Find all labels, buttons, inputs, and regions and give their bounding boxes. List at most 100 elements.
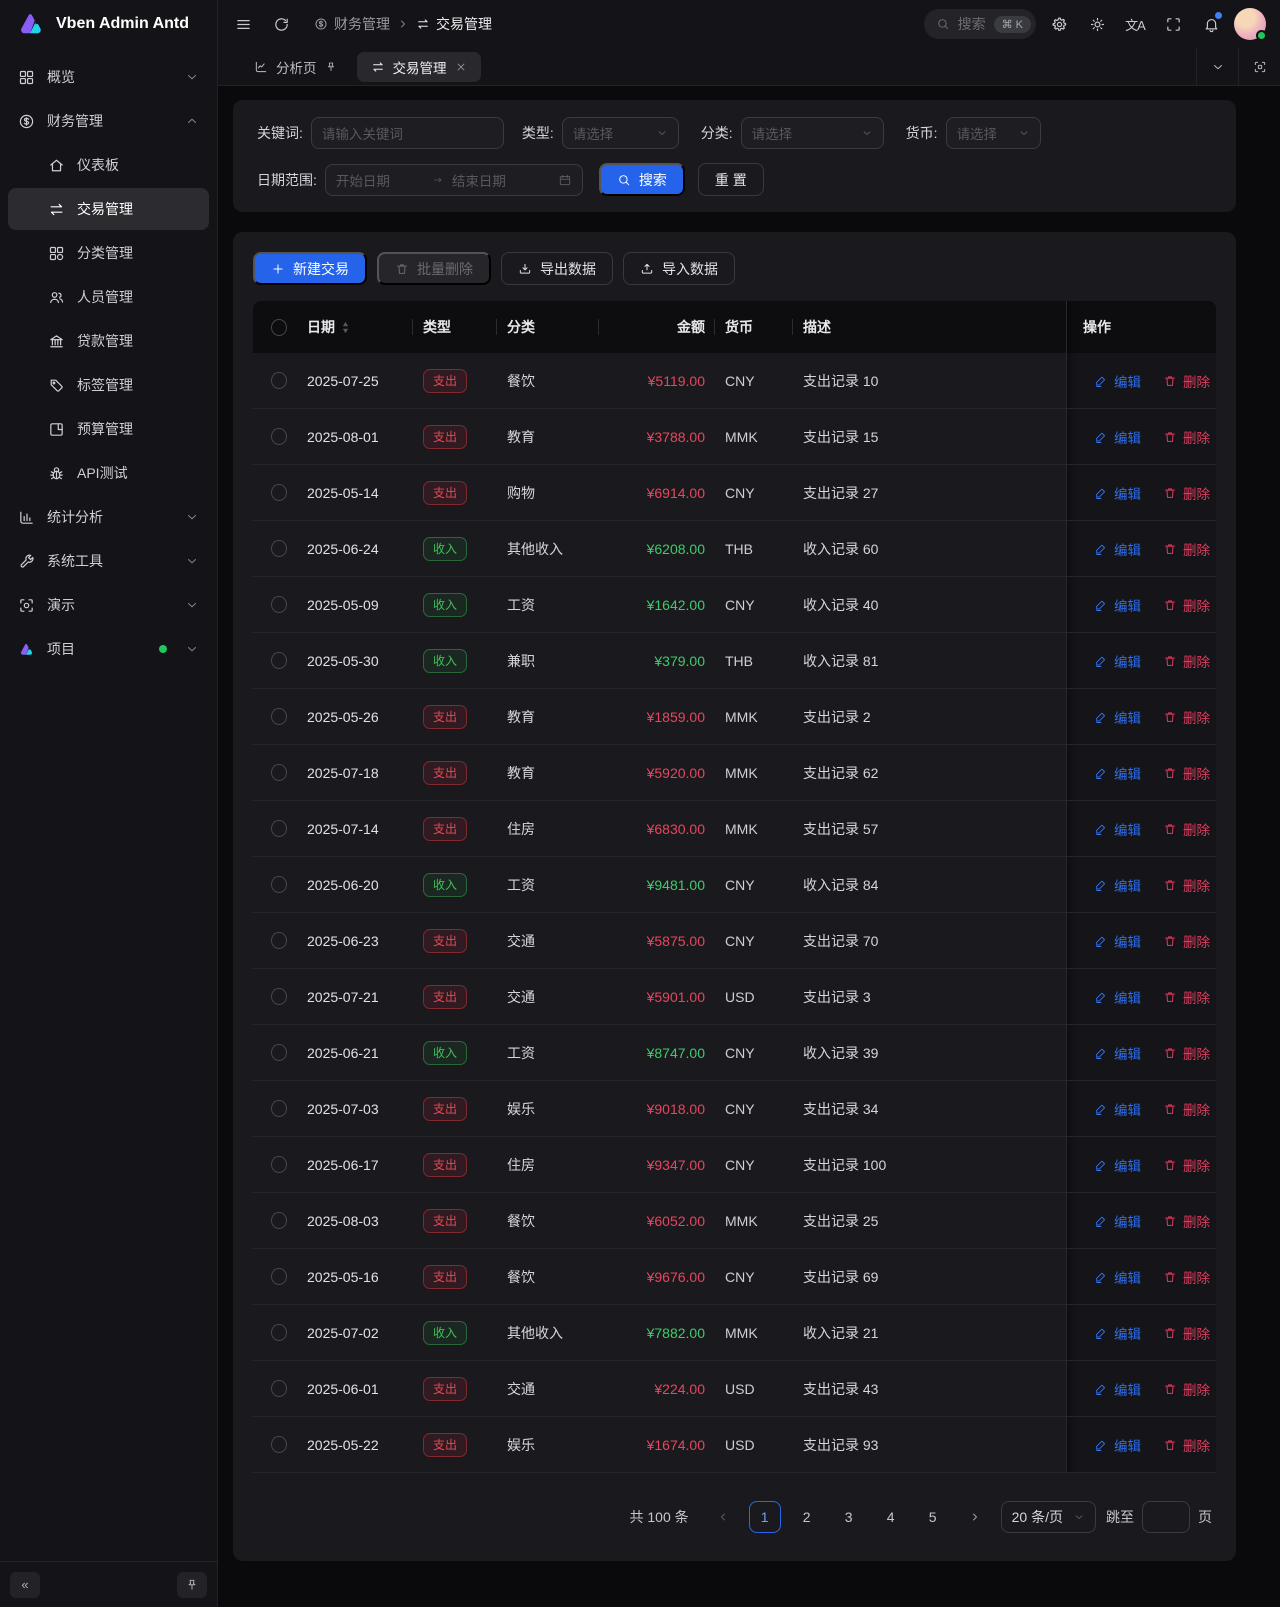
row-checkbox[interactable]: [271, 372, 287, 389]
settings-button[interactable]: [1044, 9, 1074, 39]
row-checkbox[interactable]: [271, 1100, 287, 1117]
delete-link[interactable]: 删除: [1163, 483, 1210, 503]
create-transaction-button[interactable]: 新建交易: [253, 252, 367, 285]
delete-link[interactable]: 删除: [1163, 651, 1210, 671]
page-size-select[interactable]: 20 条/页: [1001, 1501, 1096, 1533]
breadcrumb-parent[interactable]: 财务管理: [314, 14, 390, 34]
refresh-button[interactable]: [266, 9, 296, 39]
select-all-checkbox[interactable]: [271, 319, 287, 336]
delete-link[interactable]: 删除: [1163, 1155, 1210, 1175]
keyword-input[interactable]: 请输入关键词: [311, 117, 504, 149]
delete-link[interactable]: 删除: [1163, 1099, 1210, 1119]
theme-toggle-button[interactable]: [1082, 9, 1112, 39]
search-button[interactable]: 搜索: [599, 163, 685, 196]
row-checkbox[interactable]: [271, 1380, 287, 1397]
tab-transactions[interactable]: 交易管理: [357, 52, 481, 82]
type-select[interactable]: 请选择: [562, 117, 679, 149]
delete-link[interactable]: 删除: [1163, 1323, 1210, 1343]
row-checkbox[interactable]: [271, 708, 287, 725]
reset-button[interactable]: 重 置: [698, 163, 764, 196]
tab-options-button[interactable]: [1196, 48, 1238, 85]
row-checkbox[interactable]: [271, 484, 287, 501]
category-select[interactable]: 请选择: [741, 117, 884, 149]
export-data-button[interactable]: 导出数据: [501, 252, 613, 285]
sidebar-item-categories[interactable]: 分类管理: [8, 232, 209, 274]
row-checkbox[interactable]: [271, 652, 287, 669]
next-page-button[interactable]: [959, 1501, 991, 1533]
col-date[interactable]: 日期: [297, 301, 413, 353]
edit-link[interactable]: 编辑: [1094, 987, 1141, 1007]
edit-link[interactable]: 编辑: [1094, 539, 1141, 559]
row-checkbox[interactable]: [271, 1212, 287, 1229]
delete-link[interactable]: 删除: [1163, 595, 1210, 615]
sidebar-item-personnel[interactable]: 人员管理: [8, 276, 209, 318]
logo-row[interactable]: Vben Admin Antd: [0, 0, 217, 48]
sidebar-item-tags[interactable]: 标签管理: [8, 364, 209, 406]
edit-link[interactable]: 编辑: [1094, 651, 1141, 671]
global-search[interactable]: 搜索 ⌘ K: [924, 9, 1036, 39]
row-checkbox[interactable]: [271, 1156, 287, 1173]
edit-link[interactable]: 编辑: [1094, 819, 1141, 839]
sidebar-item-project[interactable]: 项目: [8, 628, 209, 670]
edit-link[interactable]: 编辑: [1094, 1435, 1141, 1455]
sidebar-pin-button[interactable]: [177, 1572, 207, 1598]
edit-link[interactable]: 编辑: [1094, 427, 1141, 447]
edit-link[interactable]: 编辑: [1094, 1379, 1141, 1399]
edit-link[interactable]: 编辑: [1094, 1211, 1141, 1231]
page-button-4[interactable]: 4: [875, 1501, 907, 1533]
user-avatar[interactable]: [1234, 8, 1266, 40]
delete-link[interactable]: 删除: [1163, 763, 1210, 783]
edit-link[interactable]: 编辑: [1094, 707, 1141, 727]
row-checkbox[interactable]: [271, 932, 287, 949]
sidebar-item-finance[interactable]: 财务管理: [8, 100, 209, 142]
sidebar-item-system-tools[interactable]: 系统工具: [8, 540, 209, 582]
edit-link[interactable]: 编辑: [1094, 1267, 1141, 1287]
edit-link[interactable]: 编辑: [1094, 1155, 1141, 1175]
edit-link[interactable]: 编辑: [1094, 1323, 1141, 1343]
row-checkbox[interactable]: [271, 764, 287, 781]
fullscreen-button[interactable]: [1158, 9, 1188, 39]
row-checkbox[interactable]: [271, 428, 287, 445]
delete-link[interactable]: 删除: [1163, 539, 1210, 559]
sidebar-item-demo[interactable]: 演示: [8, 584, 209, 626]
page-button-3[interactable]: 3: [833, 1501, 865, 1533]
delete-link[interactable]: 删除: [1163, 371, 1210, 391]
delete-link[interactable]: 删除: [1163, 1211, 1210, 1231]
delete-link[interactable]: 删除: [1163, 1379, 1210, 1399]
import-data-button[interactable]: 导入数据: [623, 252, 735, 285]
row-checkbox[interactable]: [271, 540, 287, 557]
edit-link[interactable]: 编辑: [1094, 875, 1141, 895]
edit-link[interactable]: 编辑: [1094, 763, 1141, 783]
sidebar-item-transactions[interactable]: 交易管理: [8, 188, 209, 230]
row-checkbox[interactable]: [271, 1436, 287, 1453]
notifications-button[interactable]: [1196, 9, 1226, 39]
edit-link[interactable]: 编辑: [1094, 483, 1141, 503]
delete-link[interactable]: 删除: [1163, 707, 1210, 727]
delete-link[interactable]: 删除: [1163, 1267, 1210, 1287]
sidebar-item-dashboard[interactable]: 仪表板: [8, 144, 209, 186]
sidebar-item-statistics[interactable]: 统计分析: [8, 496, 209, 538]
row-checkbox[interactable]: [271, 988, 287, 1005]
date-range-picker[interactable]: 开始日期 结束日期: [325, 164, 583, 196]
edit-link[interactable]: 编辑: [1094, 371, 1141, 391]
pin-icon[interactable]: [325, 61, 337, 73]
delete-link[interactable]: 删除: [1163, 987, 1210, 1007]
delete-link[interactable]: 删除: [1163, 427, 1210, 447]
close-icon[interactable]: [455, 61, 467, 73]
delete-link[interactable]: 删除: [1163, 931, 1210, 951]
delete-link[interactable]: 删除: [1163, 819, 1210, 839]
row-checkbox[interactable]: [271, 1044, 287, 1061]
edit-link[interactable]: 编辑: [1094, 595, 1141, 615]
language-button[interactable]: 文A: [1120, 9, 1150, 39]
row-checkbox[interactable]: [271, 876, 287, 893]
edit-link[interactable]: 编辑: [1094, 1099, 1141, 1119]
delete-link[interactable]: 删除: [1163, 875, 1210, 895]
content-maximize-button[interactable]: [1238, 48, 1280, 85]
sidebar-item-loans[interactable]: 贷款管理: [8, 320, 209, 362]
page-button-1[interactable]: 1: [749, 1501, 781, 1533]
sidebar-item-overview[interactable]: 概览: [8, 56, 209, 98]
sidebar-item-budget[interactable]: 预算管理: [8, 408, 209, 450]
tab-analysis[interactable]: 分析页: [240, 52, 351, 82]
jump-page-input[interactable]: [1142, 1501, 1190, 1533]
row-checkbox[interactable]: [271, 1324, 287, 1341]
